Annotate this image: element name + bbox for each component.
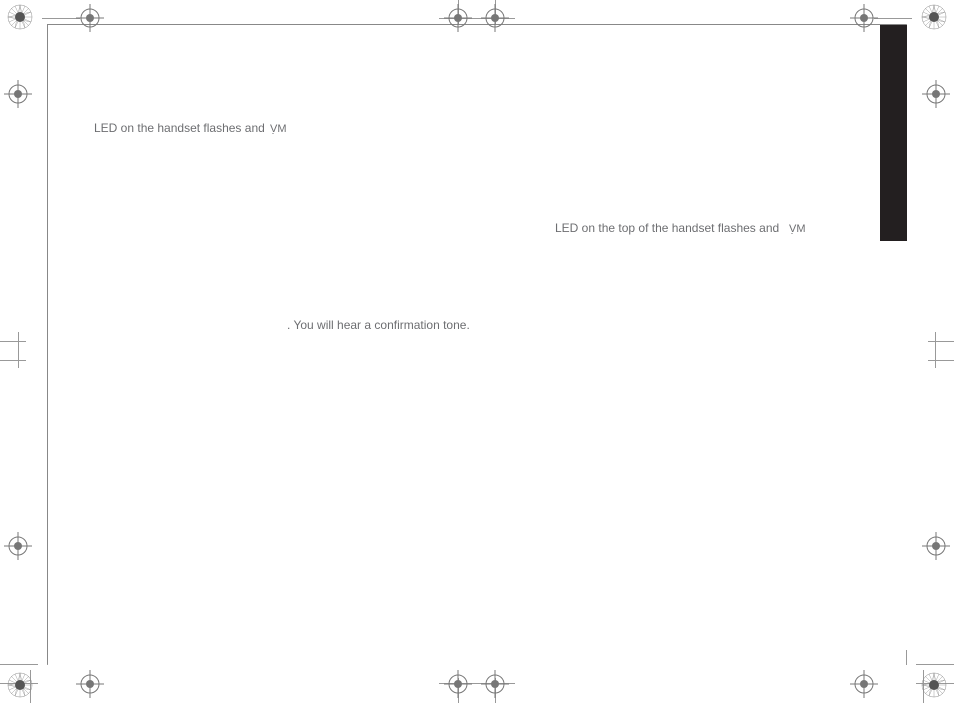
crop-mark	[0, 664, 38, 665]
starburst-decoration	[7, 672, 33, 698]
text-fragment: . You will hear a confirmation tone.	[287, 318, 470, 332]
body-text: . You will hear a confirmation tone.	[287, 318, 470, 332]
registration-mark-icon	[481, 4, 509, 32]
crop-mark	[0, 341, 26, 342]
starburst-decoration	[7, 4, 33, 30]
crop-mark	[928, 360, 954, 361]
crop-mark	[874, 18, 912, 19]
voicemail-icon: VM	[789, 222, 805, 237]
crop-mark	[935, 332, 936, 368]
body-text: LED on the top of the handset flashes an…	[555, 220, 805, 235]
registration-mark-icon	[444, 4, 472, 32]
registration-mark-icon	[444, 670, 472, 698]
crop-mark	[18, 332, 19, 368]
frame-line	[47, 24, 48, 664]
starburst-decoration	[921, 4, 947, 30]
svg-text:VM: VM	[270, 123, 286, 134]
registration-mark-icon	[76, 670, 104, 698]
registration-mark-icon	[922, 532, 950, 560]
text-fragment: LED on the top of the handset flashes an…	[555, 221, 779, 235]
registration-mark-icon	[850, 4, 878, 32]
registration-mark-icon	[76, 4, 104, 32]
crop-mark	[928, 341, 954, 342]
registration-mark-icon	[922, 80, 950, 108]
svg-text:VM: VM	[789, 223, 805, 234]
page-tab	[880, 25, 907, 241]
text-fragment: LED on the handset flashes and	[94, 121, 265, 135]
registration-mark-icon	[850, 670, 878, 698]
registration-mark-icon	[4, 80, 32, 108]
crop-mark	[0, 360, 26, 361]
crop-mark	[42, 18, 80, 19]
registration-mark-icon	[481, 670, 509, 698]
crop-mark	[906, 650, 907, 665]
body-text: LED on the handset flashes and VM	[94, 120, 286, 135]
starburst-decoration	[921, 672, 947, 698]
voicemail-icon: VM	[270, 122, 286, 137]
frame-line	[47, 24, 906, 25]
crop-mark	[916, 664, 954, 665]
registration-mark-icon	[4, 532, 32, 560]
